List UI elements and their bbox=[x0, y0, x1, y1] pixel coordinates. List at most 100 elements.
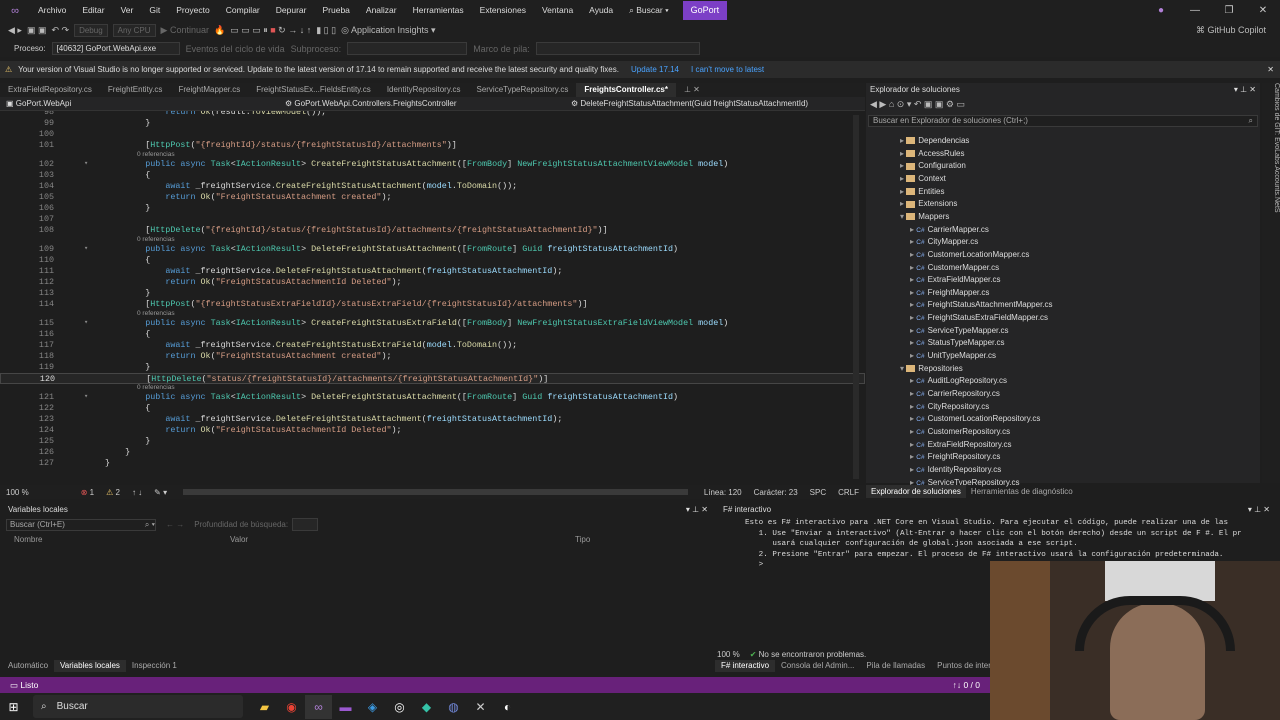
solution-item-carrierrepository-cs[interactable]: ▸ C# CarrierRepository.cs bbox=[910, 388, 1000, 400]
solution-item-customerlocationmapper-cs[interactable]: ▸ C# CustomerLocationMapper.cs bbox=[910, 249, 1029, 261]
tab-extrafieldrepository-cs[interactable]: ExtraFieldRepository.cs bbox=[0, 83, 100, 97]
solution-item-dependencias[interactable]: ▸ Dependencias bbox=[900, 135, 969, 147]
code-line[interactable]: 111 await _freightService.DeleteFreightS… bbox=[0, 266, 865, 277]
solution-item-unittypemapper-cs[interactable]: ▸ C# UnitTypeMapper.cs bbox=[910, 350, 996, 362]
solution-item-freightstatusattachmentmapper-cs[interactable]: ▸ C# FreightStatusAttachmentMapper.cs bbox=[910, 299, 1053, 311]
code-line[interactable]: 117 await _freightService.CreateFreightS… bbox=[0, 340, 865, 351]
tab-diagnostics[interactable]: Herramientas de diagnóstico bbox=[966, 485, 1078, 498]
horizontal-scrollbar[interactable] bbox=[183, 489, 688, 495]
process-dropdown[interactable]: [40632] GoPort.WebApi.exe bbox=[51, 42, 180, 55]
tab-freightstatusex-fieldsentity-cs[interactable]: FreightStatusEx...FieldsEntity.cs bbox=[248, 83, 379, 97]
code-line[interactable]: 120 [HttpDelete("status/{freightStatusId… bbox=[0, 373, 865, 384]
project-name-badge[interactable]: GoPort bbox=[682, 1, 728, 20]
nav-class[interactable]: ⚙ GoPort.WebApi.Controllers.FreightsCont… bbox=[135, 99, 565, 108]
col-type[interactable]: Tipo bbox=[575, 535, 590, 544]
errors-indicator[interactable]: ⊗ 1 bbox=[75, 488, 100, 497]
file-explorer-icon[interactable]: ▰ bbox=[251, 695, 278, 719]
solution-item-citymapper-cs[interactable]: ▸ C# CityMapper.cs bbox=[910, 236, 978, 248]
tab-locals[interactable]: Variables locales bbox=[54, 660, 126, 672]
solution-item-extensions[interactable]: ▸ Extensions bbox=[900, 198, 957, 210]
solution-item-auditlogrepository-cs[interactable]: ▸ C# AuditLogRepository.cs bbox=[910, 375, 1007, 387]
chrome-icon[interactable]: ◉ bbox=[278, 695, 305, 719]
platform-dropdown[interactable]: Any CPU bbox=[112, 24, 156, 37]
notes-icon[interactable]: ◆ bbox=[413, 695, 440, 719]
solution-item-accessrules[interactable]: ▸ AccessRules bbox=[900, 148, 965, 160]
tab-consola-del-admin-[interactable]: Consola del Admin... bbox=[775, 660, 860, 672]
code-line[interactable]: 110 { bbox=[0, 255, 865, 266]
visual-studio-icon[interactable]: ∞ bbox=[305, 694, 332, 719]
nav-arrows-icon[interactable]: ↑ ↓ bbox=[126, 488, 148, 497]
tab-freightscontroller-cs-[interactable]: FreightsController.cs* bbox=[576, 83, 676, 97]
maximize-button[interactable]: ❐ bbox=[1212, 5, 1246, 16]
visual-studio-logo-icon[interactable]: ∞ bbox=[0, 0, 30, 21]
code-line[interactable]: 125 } bbox=[0, 436, 865, 447]
zoom-level[interactable]: 100 % bbox=[0, 488, 35, 497]
menu-editar[interactable]: Editar bbox=[74, 0, 112, 21]
solution-item-mappers[interactable]: ▾ Mappers bbox=[900, 211, 949, 223]
status-sync[interactable]: ↑↓ 0 / 0 bbox=[953, 680, 980, 690]
solution-item-cityrepository-cs[interactable]: ▸ C# CityRepository.cs bbox=[910, 401, 989, 413]
update-link[interactable]: Update 17.14 bbox=[631, 65, 679, 74]
hot-reload-icon[interactable]: 🔥 bbox=[214, 25, 225, 36]
menu-ver[interactable]: Ver bbox=[113, 0, 142, 21]
code-line[interactable]: 126 } bbox=[0, 447, 865, 458]
solution-item-identityrepository-cs[interactable]: ▸ C# IdentityRepository.cs bbox=[910, 464, 1001, 476]
code-line[interactable]: 118 return Ok("FreightStatusAttachment c… bbox=[0, 351, 865, 362]
code-line[interactable]: 115 public async Task<IActionResult> Cre… bbox=[0, 318, 865, 329]
minimize-button[interactable]: — bbox=[1178, 5, 1212, 16]
tab-f-interactivo[interactable]: F# interactivo bbox=[715, 660, 776, 672]
code-line[interactable]: 106 } bbox=[0, 203, 865, 214]
tab-freightmapper-cs[interactable]: FreightMapper.cs bbox=[170, 83, 248, 97]
back-icon[interactable]: ◀ ▸ bbox=[8, 25, 22, 36]
solution-item-extrafieldrepository-cs[interactable]: ▸ C# ExtraFieldRepository.cs bbox=[910, 439, 1011, 451]
menu-depurar[interactable]: Depurar bbox=[268, 0, 315, 21]
code-line[interactable]: 124 return Ok("FreightStatusAttachmentId… bbox=[0, 425, 865, 436]
solution-item-freightrepository-cs[interactable]: ▸ C# FreightRepository.cs bbox=[910, 451, 1000, 463]
solution-item-servicetypemapper-cs[interactable]: ▸ C# ServiceTypeMapper.cs bbox=[910, 325, 1009, 337]
fold-toggle-icon[interactable]: ▾ bbox=[84, 159, 88, 170]
editor-vertical-scrollbar[interactable] bbox=[853, 115, 859, 479]
search-menu[interactable]: ⌕ Buscar ▾ bbox=[621, 0, 677, 21]
depth-dropdown[interactable] bbox=[292, 518, 319, 531]
solution-item-entities[interactable]: ▸ Entities bbox=[900, 186, 944, 198]
code-line[interactable]: 102 public async Task<IActionResult> Cre… bbox=[0, 159, 865, 170]
stackframe-dropdown[interactable] bbox=[535, 42, 700, 55]
tab-servicetyperepository-cs[interactable]: ServiceTypeRepository.cs bbox=[468, 83, 576, 97]
github-icon[interactable]: ◎ bbox=[386, 695, 413, 719]
menu-archivo[interactable]: Archivo bbox=[30, 0, 74, 21]
code-line[interactable]: 107 bbox=[0, 214, 865, 225]
fold-toggle-icon[interactable]: ▾ bbox=[84, 392, 88, 403]
menu-proyecto[interactable]: Proyecto bbox=[168, 0, 218, 21]
discord-icon[interactable]: ◍ bbox=[440, 695, 467, 719]
code-line[interactable]: 114 [HttpPost("{freightStatusExtraFieldI… bbox=[0, 299, 865, 310]
code-line[interactable]: 127} bbox=[0, 458, 865, 469]
menu-ventana[interactable]: Ventana bbox=[534, 0, 581, 21]
menu-analizar[interactable]: Analizar bbox=[358, 0, 405, 21]
nav-member[interactable]: ⚙ DeleteFreightStatusAttachment(Guid fre… bbox=[565, 99, 814, 108]
col-name[interactable]: Nombre bbox=[0, 535, 230, 544]
tab-pila-de-llamadas[interactable]: Pila de llamadas bbox=[860, 660, 931, 672]
code-line[interactable]: 100 bbox=[0, 129, 865, 140]
col-value[interactable]: Valor bbox=[230, 535, 575, 544]
menu-compilar[interactable]: Compilar bbox=[218, 0, 268, 21]
locals-pane-controls[interactable]: ▾ ⊥ ✕ bbox=[686, 503, 712, 516]
tab-solution-explorer[interactable]: Explorador de soluciones bbox=[866, 485, 966, 498]
copilot-button[interactable]: ⌘ GitHub Copilot bbox=[1196, 25, 1266, 36]
menu-prueba[interactable]: Prueba bbox=[314, 0, 357, 21]
fsharp-zoom[interactable]: 100 % bbox=[717, 650, 740, 659]
fsharp-pane-controls[interactable]: ▾ ⊥ ✕ bbox=[1248, 503, 1280, 516]
continue-button[interactable]: ▶ Continuar bbox=[161, 25, 209, 36]
menu-ayuda[interactable]: Ayuda bbox=[581, 0, 621, 21]
insights-button[interactable]: ◎ Application Insights ▾ bbox=[341, 25, 435, 36]
spc-indicator[interactable]: SPC bbox=[804, 488, 832, 497]
warnings-indicator[interactable]: ⚠ 2 bbox=[100, 488, 126, 497]
solution-search-input[interactable]: Buscar en Explorador de soluciones (Ctrl… bbox=[868, 115, 1258, 127]
code-line[interactable]: 112 return Ok("FreightStatusAttachmentId… bbox=[0, 277, 865, 288]
vscode-icon[interactable]: ◈ bbox=[359, 695, 386, 719]
taskbar-search[interactable]: ⌕ Buscar bbox=[33, 695, 243, 718]
solution-item-customerrepository-cs[interactable]: ▸ C# CustomerRepository.cs bbox=[910, 426, 1010, 438]
account-icon[interactable]: ● bbox=[1144, 5, 1178, 16]
tab-identityrepository-cs[interactable]: IdentityRepository.cs bbox=[379, 83, 469, 97]
solution-item-customerlocationrepository-cs[interactable]: ▸ C# CustomerLocationRepository.cs bbox=[910, 413, 1040, 425]
subprocess-dropdown[interactable] bbox=[347, 42, 468, 55]
